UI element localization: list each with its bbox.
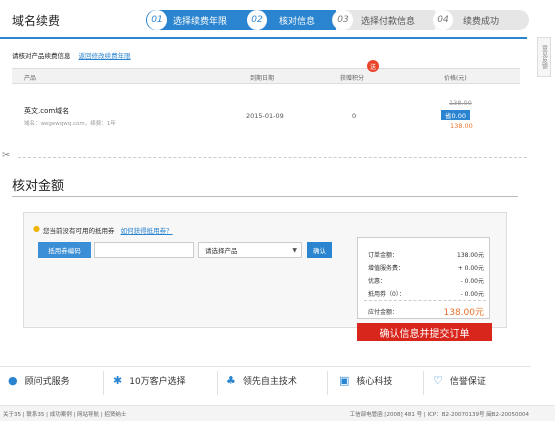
confirm-heading-text: 请核对产品续费信息 [12,52,71,60]
summary-label: 增值服务费： [368,265,405,272]
summary-row: 增值服务费： + 0.00元 [368,263,484,272]
feature-consulting[interactable]: ● 顾问式服务 [8,374,70,387]
person-icon: ● [8,374,18,387]
step-3-label: 选择付款信息 [361,16,416,27]
header-divider [0,37,527,39]
product-detail: 域名：wegewqwq.com，续费：1年 [24,121,116,127]
feature-core-tech[interactable]: ▣ 核心科技 [339,374,392,387]
final-price: 138.00 [450,122,473,130]
step-2-label: 核对信息 [279,16,316,27]
coupon-confirm-button[interactable]: 确认 [307,242,332,258]
step-4-number: 04 [433,10,453,30]
coupon-tip: 您当前没有可用的抵用券 如何获得抵用券？ [43,225,173,235]
summary-value: 138.00元 [457,252,484,259]
back-to-years-link[interactable]: 返回修改续费年限 [79,52,131,60]
product-select-value: 请选择产品 [205,247,238,255]
summary-total: 应付金额： 138.00元 [368,305,484,318]
summary-label: 优惠： [368,278,387,285]
summary-row: 抵用券（0）： - 0.00元 [368,289,484,298]
step-4-label: 续费成功 [463,16,500,27]
crowd-icon: ✱ [113,374,123,387]
feedback-tab[interactable]: 意见反馈 [537,37,551,77]
col-price: 价格(元) [444,75,467,82]
step-progress: 01 选择续费年限 02 核对信息 03 选择付款信息 04 续费成功 [146,10,529,30]
expiry-date: 2015-01-09 [246,112,284,120]
col-points: 获赠积分 [340,75,365,82]
col-product: 产品 [24,75,37,82]
feature-label: 核心科技 [356,377,393,387]
step-2-number: 02 [247,10,267,30]
step-4: 04 续费成功 [432,10,529,30]
cut-line [18,157,527,158]
step-2: 02 核对信息 [246,10,336,30]
product-select[interactable]: 请选择产品 ▼ [198,242,302,258]
order-summary: 订单金额： 138.00元 增值服务费： + 0.00元 优惠： - 0.00元… [357,237,490,319]
feature-technology[interactable]: ♣ 领先自主技术 [226,374,297,387]
coupon-code-input[interactable] [94,242,194,258]
submit-order-button[interactable]: 确认信息并提交订单 [357,323,492,341]
summary-divider [364,300,486,301]
total-value: 138.00元 [443,308,485,318]
bonus-points: 0 [352,112,357,120]
section-title: 核对金额 [12,179,65,194]
feature-customers[interactable]: ✱ 10万客户选择 [113,374,186,387]
feature-label: 顾问式服务 [24,377,70,387]
feature-bar: ● 顾问式服务 ✱ 10万客户选择 ♣ 领先自主技术 ▣ 核心科技 ♡ 信誉保证 [0,366,531,398]
feature-divider [327,371,328,395]
footer-license: 工信部电管函 [2008] 481 号 | ICP：B2-20070139号 闽… [349,412,529,418]
feature-credit[interactable]: ♡ 信誉保证 [433,374,486,387]
summary-row: 优惠： - 0.00元 [368,276,484,285]
step-1: 01 选择续费年限 [146,10,255,30]
total-label: 应付金额： [368,309,399,316]
heart-icon: ♡ [433,374,443,387]
footer-links[interactable]: 关于35 | 联系35 | 成功案例 | 网站导航 | 招贤纳士 [3,410,126,418]
chevron-down-icon: ▼ [292,246,297,254]
col-expiry: 到期日期 [250,75,275,82]
lightbulb-icon: ● [33,224,40,233]
confirm-heading: 请核对产品续费信息 返回修改续费年限 [12,50,131,60]
summary-label: 订单金额： [368,252,399,259]
step-3: 03 选择付款信息 [332,10,435,30]
summary-label: 抵用券（0）： [368,291,405,298]
coupon-code-button[interactable]: 抵用券编码 [38,242,91,258]
step-1-label: 选择续费年限 [173,16,228,27]
summary-value: - 0.00元 [460,291,484,298]
summary-row: 订单金额： 138.00元 [368,250,484,259]
coupon-tip-text: 您当前没有可用的抵用券 [43,227,115,235]
table-header: 产品 到期日期 获赠积分 价格(元) [12,68,520,84]
step-3-number: 03 [333,10,353,30]
chart-icon: ♣ [226,374,236,387]
feature-label: 信誉保证 [449,377,486,387]
discount-tag: 省0.00 [441,110,470,120]
scissors-icon: ✂ [2,150,11,161]
step-1-number: 01 [147,10,167,30]
feature-divider [103,371,104,395]
product-name: 英文.com域名 [24,107,70,115]
coupon-help-link[interactable]: 如何获得抵用券？ [121,227,173,235]
original-price: 138.00 [449,99,472,107]
section-divider [12,196,518,197]
chip-icon: ▣ [339,374,350,387]
footer: 关于35 | 联系35 | 成功案例 | 网站导航 | 招贤纳士 工信部电管函 … [0,405,555,421]
feature-divider [217,371,218,395]
page-title: 域名续费 [12,14,61,28]
feature-label: 10万客户选择 [129,377,186,387]
summary-value: + 0.00元 [457,265,484,272]
feature-divider [423,371,424,395]
gift-badge: 送 [367,60,379,72]
summary-value: - 0.00元 [460,278,484,285]
feature-label: 领先自主技术 [242,377,297,387]
